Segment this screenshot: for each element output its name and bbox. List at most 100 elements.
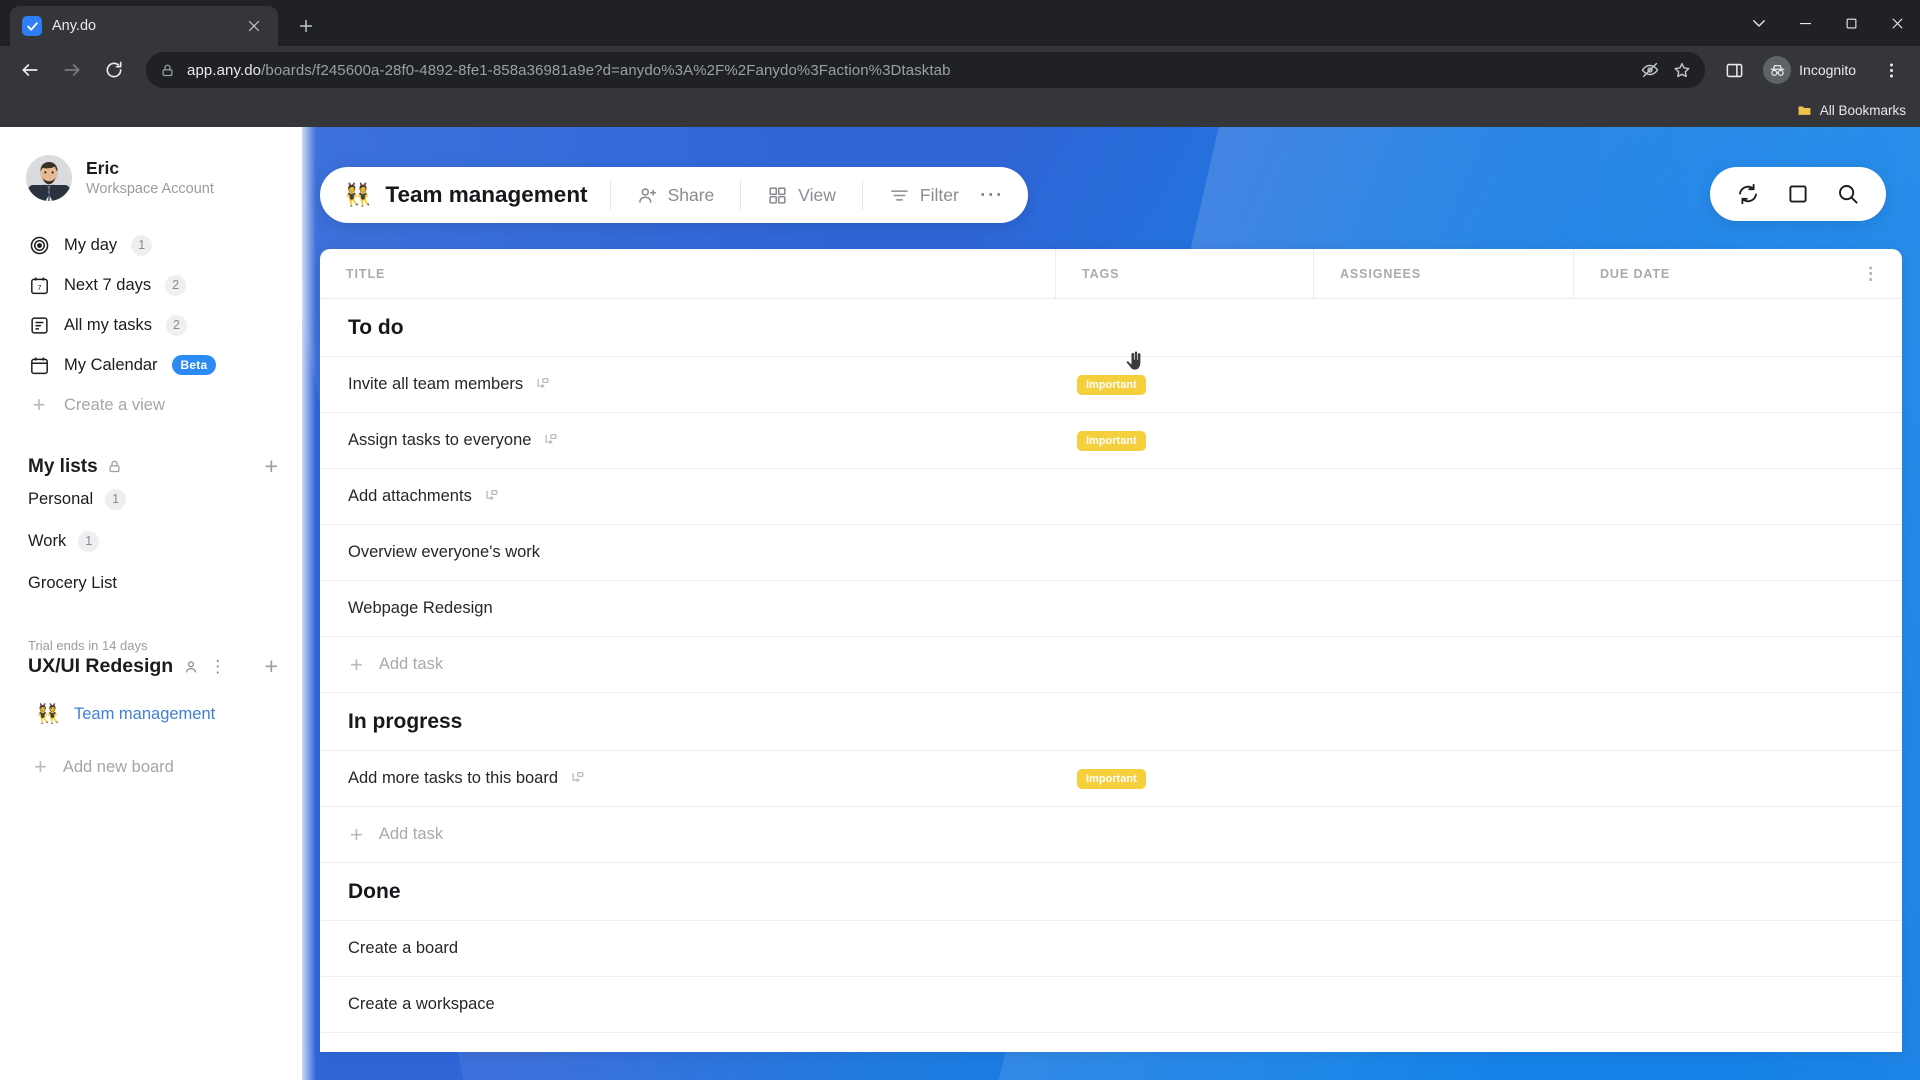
table-row[interactable]: Assign tasks to everyone Important <box>320 413 1902 469</box>
table-row[interactable]: Create a board <box>320 921 1902 977</box>
plus-icon: + <box>32 392 46 417</box>
browser-tab[interactable]: Any.do <box>10 6 278 46</box>
sidebar-board-team-management[interactable]: 👯 Team management <box>0 692 302 736</box>
my-lists-title: My lists <box>28 455 98 477</box>
cell-tags[interactable]: Important <box>1055 768 1313 789</box>
list-item-work[interactable]: Work 1 <box>0 520 302 562</box>
tab-strip: Any.do <box>0 0 1920 46</box>
browser-toolbar: app.any.do/boards/f245600a-28f0-4892-8fe… <box>0 46 1920 94</box>
share-button[interactable]: Share <box>633 185 719 206</box>
cell-title[interactable]: Create a board <box>320 939 1055 958</box>
plus-icon: + <box>34 754 47 779</box>
kebab-menu-icon[interactable]: ⋮ <box>1862 265 1880 282</box>
chrome-menu-icon[interactable] <box>1872 51 1910 89</box>
divider <box>740 180 742 210</box>
close-window-icon[interactable] <box>1874 0 1920 46</box>
list-item-personal[interactable]: Personal 1 <box>0 478 302 520</box>
list-item-grocery-list[interactable]: Grocery List <box>0 562 302 604</box>
side-panel-icon[interactable] <box>1715 51 1753 89</box>
cell-title[interactable]: Overview everyone's work <box>320 543 1055 562</box>
column-header-title[interactable]: TITLE <box>320 249 1055 298</box>
add-workspace-item-button[interactable]: + <box>265 655 278 678</box>
view-button[interactable]: View <box>763 185 840 206</box>
cell-tags[interactable]: Important <box>1055 374 1313 395</box>
group-header-done[interactable]: Done <box>320 863 1902 921</box>
minimize-icon[interactable] <box>1782 0 1828 46</box>
person-icon[interactable] <box>183 659 199 675</box>
kebab-menu-icon[interactable]: ⋮ <box>209 658 226 675</box>
sidebar-item-my-day[interactable]: My day 1 <box>0 225 302 265</box>
table-row[interactable]: Overview everyone's work <box>320 525 1902 581</box>
board-more-options-button[interactable]: ⋯ <box>963 183 1022 207</box>
sync-icon[interactable] <box>1736 182 1760 206</box>
minimize-collapse-icon[interactable] <box>1736 0 1782 46</box>
sidebar-item-create-a-view[interactable]: + Create a view <box>0 385 302 425</box>
sidebar-item-label: Create a view <box>64 395 165 414</box>
subtask-icon[interactable] <box>543 433 558 448</box>
maximize-icon[interactable] <box>1828 0 1874 46</box>
target-icon <box>28 234 50 256</box>
cell-title[interactable]: Invite all team members <box>320 375 1055 394</box>
search-icon[interactable] <box>1836 182 1860 206</box>
table-row[interactable]: Add attachments <box>320 469 1902 525</box>
plus-icon: + <box>350 651 363 677</box>
group-header-to-do[interactable]: To do <box>320 299 1902 357</box>
svg-text:7: 7 <box>37 283 41 292</box>
add-list-button[interactable]: + <box>265 455 278 478</box>
task-name: Create a workspace <box>348 995 495 1013</box>
group-header-in-progress[interactable]: In progress <box>320 693 1902 751</box>
subtask-icon[interactable] <box>570 771 585 786</box>
cell-title[interactable]: Webpage Redesign <box>320 599 1055 618</box>
lock-icon <box>160 63 175 78</box>
task-name: Add more tasks to this board <box>348 769 559 787</box>
address-bar[interactable]: app.any.do/boards/f245600a-28f0-4892-8fe… <box>146 52 1706 88</box>
task-name: Invite all team members <box>348 375 524 393</box>
cell-title[interactable]: Add more tasks to this board <box>320 769 1055 788</box>
person-add-icon <box>637 185 658 206</box>
sidebar-item-all-my-tasks[interactable]: All my tasks 2 <box>0 305 302 345</box>
table-row[interactable]: Create a workspace <box>320 977 1902 1033</box>
cell-title[interactable]: Create a workspace <box>320 995 1055 1014</box>
back-arrow-icon[interactable] <box>10 50 50 90</box>
tracking-protection-icon[interactable] <box>1641 61 1659 79</box>
sidebar-item-label: My day <box>64 235 118 254</box>
trial-notice: Trial ends in 14 days <box>28 638 148 653</box>
cell-title[interactable]: Assign tasks to everyone <box>320 431 1055 450</box>
table-row[interactable]: Webpage Redesign <box>320 581 1902 637</box>
add-task-button[interactable]: + Add task <box>320 637 1902 693</box>
add-new-board-button[interactable]: + Add new board <box>0 746 302 788</box>
column-header-due-date[interactable]: DUE DATE ⋮ <box>1573 249 1902 298</box>
group-title: Done <box>348 879 401 903</box>
toolbar-right: Incognito <box>1715 51 1910 89</box>
page-title: Team management <box>385 182 588 207</box>
cell-tags[interactable]: Important <box>1055 430 1313 451</box>
profile-name: Eric <box>86 157 120 178</box>
filter-button[interactable]: Filter <box>885 185 963 206</box>
incognito-profile-button[interactable]: Incognito <box>1757 52 1868 88</box>
profile-text: Eric Workspace Account <box>86 158 214 199</box>
add-task-button[interactable]: + Add task <box>320 807 1902 863</box>
board-topbar: 👯 Team management Share View Filter ⋯ <box>302 127 1920 370</box>
list-item-count: 1 <box>78 530 100 552</box>
cell-title[interactable]: Add attachments <box>320 487 1055 506</box>
subtask-icon[interactable] <box>484 489 499 504</box>
url-text: app.any.do/boards/f245600a-28f0-4892-8fe… <box>187 62 951 79</box>
all-bookmarks-label[interactable]: All Bookmarks <box>1820 103 1906 118</box>
profile-block[interactable]: Eric Workspace Account <box>0 143 302 211</box>
reload-icon[interactable] <box>94 50 134 90</box>
column-header-assignees[interactable]: ASSIGNEES <box>1313 249 1573 298</box>
task-name: Overview everyone's work <box>348 543 541 561</box>
table-row[interactable]: Invite all team members Important <box>320 357 1902 413</box>
status-badge: Important <box>1077 768 1146 789</box>
new-tab-icon[interactable] <box>290 10 322 42</box>
sidebar-item-next-7-days[interactable]: 7 Next 7 days 2 <box>0 265 302 305</box>
table-row[interactable]: Add more tasks to this board Important <box>320 751 1902 807</box>
sidebar-item-my-calendar[interactable]: My Calendar Beta <box>0 345 302 385</box>
workspace-title: UX/UI Redesign <box>28 655 174 677</box>
focus-mode-icon[interactable] <box>1786 182 1810 206</box>
subtask-icon[interactable] <box>535 377 550 392</box>
forward-arrow-icon[interactable] <box>52 50 92 90</box>
bookmark-star-icon[interactable] <box>1673 61 1691 79</box>
column-header-tags[interactable]: TAGS <box>1055 249 1313 298</box>
close-icon[interactable] <box>242 14 266 38</box>
